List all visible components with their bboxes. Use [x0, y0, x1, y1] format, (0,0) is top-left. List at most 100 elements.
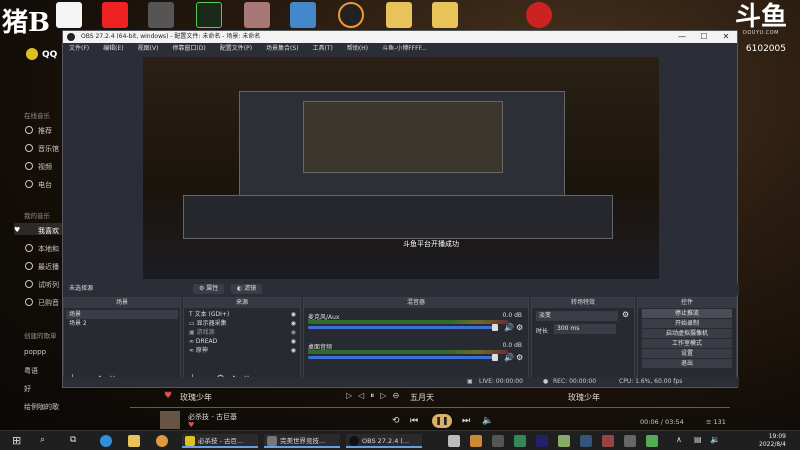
maximize-button[interactable]: ☐	[693, 31, 715, 43]
speaker-icon[interactable]: 🔊	[504, 353, 514, 362]
volume-slider-handle[interactable]	[492, 324, 498, 331]
eye-icon[interactable]: ◉	[291, 328, 296, 337]
obs-preview[interactable]: 斗鱼平台开播成功	[143, 57, 659, 279]
close-button[interactable]: ✕	[715, 31, 737, 43]
sidebar-item-recommend[interactable]: 推荐	[38, 126, 52, 136]
steam-icon[interactable]	[526, 2, 552, 28]
source-item[interactable]: ∞ DREAD ◉	[186, 337, 298, 346]
volume-icon[interactable]: 🔉	[710, 435, 720, 444]
album-art[interactable]	[160, 411, 180, 429]
speaker-icon[interactable]: 🔊	[504, 323, 514, 332]
sidebar-item-purchased[interactable]: 已购音	[38, 298, 59, 308]
filters-button[interactable]: ◐ 滤镜	[231, 284, 263, 294]
task-view-icon[interactable]: ⧉	[70, 435, 76, 445]
eye-icon[interactable]: ◉	[291, 310, 296, 319]
exit-button[interactable]: 退出	[642, 359, 732, 368]
sidebar-item-video[interactable]: 视频	[38, 162, 52, 172]
tray-app-icon[interactable]	[536, 435, 548, 447]
playlist-count[interactable]: ≡ 131	[706, 418, 726, 426]
edge-icon[interactable]	[100, 435, 112, 447]
start-icon[interactable]: ⊞	[12, 434, 21, 447]
volume-slider[interactable]	[308, 356, 494, 359]
next-icon[interactable]: ⏭	[462, 416, 470, 426]
tray-app-icon[interactable]	[558, 435, 570, 447]
sidebar-item-radio[interactable]: 电台	[38, 180, 52, 190]
explorer-icon[interactable]	[128, 435, 140, 447]
pause-button[interactable]: ❚❚	[432, 414, 452, 428]
desktop-app-icon[interactable]	[56, 2, 82, 28]
sidebar-item-my-likes[interactable]: 我喜欢	[38, 226, 59, 236]
taskbar-app-music[interactable]: 必杀技 - 古巨...	[182, 434, 258, 448]
desktop-app-icon[interactable]	[196, 2, 222, 28]
volume-icon[interactable]: 🔈	[482, 416, 493, 426]
chrome-icon[interactable]	[156, 435, 168, 447]
properties-button[interactable]: ⚙ 属性	[193, 284, 225, 294]
desktop-app-icon[interactable]	[338, 2, 364, 28]
gear-icon[interactable]: ⚙	[622, 310, 629, 319]
source-item[interactable]: ▭ 显示器采集 ◉	[186, 319, 298, 328]
menu-docks[interactable]: 停靠窗口(D)	[172, 43, 205, 55]
settings-button[interactable]: 设置	[642, 349, 732, 358]
tray-chevron-icon[interactable]: ∧	[676, 435, 682, 444]
menu-view[interactable]: 视图(V)	[138, 43, 159, 55]
playback-progress[interactable]	[130, 407, 730, 408]
menu-profile[interactable]: 配置文件(P)	[220, 43, 252, 55]
tray-app-icon[interactable]	[602, 435, 614, 447]
studio-mode-button[interactable]: 工作室模式	[642, 339, 732, 348]
like-heart-icon[interactable]: ♥	[164, 391, 172, 401]
heart-icon[interactable]: ♥	[188, 421, 194, 429]
folder-icon[interactable]	[386, 2, 412, 28]
playlist-item[interactable]: poppp	[24, 348, 46, 356]
system-clock[interactable]: 19:09 2022/8/4	[759, 433, 786, 449]
playlist-item[interactable]: 粤语	[24, 366, 38, 376]
eye-icon[interactable]: ◉	[291, 319, 296, 328]
taskbar-app-obs[interactable]: OBS 27.2.4 (...	[346, 434, 422, 448]
start-recording-button[interactable]: 开始录制	[642, 319, 732, 328]
tray-app-icon[interactable]	[646, 435, 658, 447]
minimize-button[interactable]: —	[671, 31, 693, 43]
sidebar-item-local[interactable]: 本地和	[38, 244, 59, 254]
folder-icon[interactable]	[432, 2, 458, 28]
menu-file[interactable]: 文件(F)	[69, 43, 89, 55]
playlist-item[interactable]: 给例咖的歌	[24, 402, 59, 412]
scene-item[interactable]: 场景	[66, 310, 178, 319]
gear-icon[interactable]: ⚙	[516, 323, 523, 332]
tray-app-icon[interactable]	[470, 435, 482, 447]
menu-help[interactable]: 帮助(H)	[347, 43, 368, 55]
gear-icon[interactable]: ⚙	[516, 353, 523, 362]
menu-douyu[interactable]: 斗鱼-小博FFFF...	[382, 43, 427, 55]
volume-slider-handle[interactable]	[492, 354, 498, 361]
taskbar-app-perfect-world[interactable]: 完美世界竞技...	[264, 434, 340, 448]
sidebar-item-recent[interactable]: 最近播	[38, 262, 59, 272]
search-icon[interactable]: ⌕	[40, 435, 45, 445]
playlist-item[interactable]: 好	[24, 384, 31, 394]
transition-select[interactable]: 淡变	[536, 311, 618, 321]
tray-app-icon[interactable]	[514, 435, 526, 447]
tray-app-icon[interactable]	[624, 435, 636, 447]
tray-app-icon[interactable]	[492, 435, 504, 447]
eye-icon[interactable]: ◉	[291, 346, 296, 355]
duration-input[interactable]: 300 ms	[554, 324, 616, 334]
source-item[interactable]: ∞ 原神 ◉	[186, 346, 298, 355]
desktop-app-icon[interactable]	[244, 2, 270, 28]
menu-tools[interactable]: 工具(T)	[313, 43, 333, 55]
obs-titlebar[interactable]: OBS 27.2.4 (64-bit, windows) - 配置文件: 未命名…	[63, 31, 737, 43]
source-item[interactable]: ▣ 游戏源 ◉	[186, 328, 298, 337]
menu-edit[interactable]: 编辑(E)	[103, 43, 123, 55]
stop-streaming-button[interactable]: 停止推流	[642, 309, 732, 318]
volume-slider[interactable]	[308, 326, 494, 329]
desktop-app-icon[interactable]	[290, 2, 316, 28]
repeat-icon[interactable]: ⟲	[392, 416, 400, 426]
sidebar-item-music-hall[interactable]: 音乐馆	[38, 144, 59, 154]
network-icon[interactable]: ▤	[694, 435, 702, 444]
scene-item[interactable]: 场景 2	[66, 319, 178, 328]
sidebar-item-trial[interactable]: 试听列	[38, 280, 59, 290]
menu-scene-collection[interactable]: 场景集合(S)	[266, 43, 299, 55]
source-item[interactable]: T 文本 (GDI+) ◉	[186, 310, 298, 319]
eye-icon[interactable]: ◉	[291, 337, 296, 346]
tray-app-icon[interactable]	[580, 435, 592, 447]
start-virtual-camera-button[interactable]: 启动虚拟摄像机	[642, 329, 732, 338]
desktop-lyric-controls[interactable]: ▷◁⏸▷⊖	[346, 391, 405, 401]
previous-icon[interactable]: ⏮	[410, 416, 418, 426]
tray-app-icon[interactable]	[448, 435, 460, 447]
